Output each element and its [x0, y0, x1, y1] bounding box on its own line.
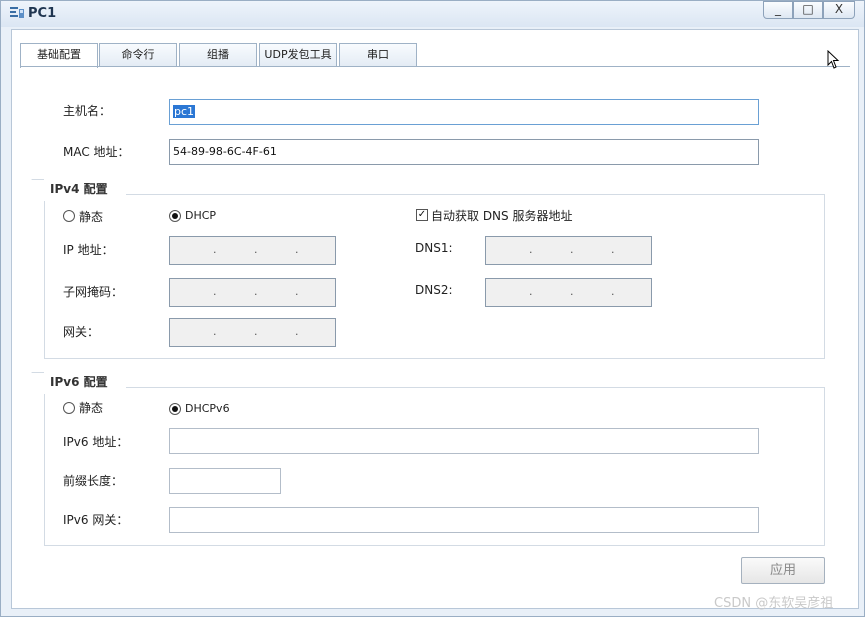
dns2-label: DNS2:	[415, 283, 453, 297]
mac-value: 54-89-98-6C-4F-61	[173, 145, 277, 158]
ip-dot: .	[254, 243, 258, 256]
auto-dns-checkbox[interactable]: ✓	[416, 209, 428, 221]
ipv6-dhcp-radio[interactable]	[169, 403, 181, 415]
tab-command-line[interactable]: 命令行	[99, 43, 177, 67]
maximize-button[interactable]: □	[793, 1, 823, 19]
ipv6-static-label: 静态	[79, 401, 104, 415]
ip-dot: .	[254, 285, 258, 298]
ip-dot: .	[254, 325, 258, 338]
ip-dot: .	[611, 285, 615, 298]
ipv6-legend: IPv6 配置	[44, 372, 126, 394]
ipv6-ip-label: IPv6 地址：	[63, 435, 129, 449]
title-bar[interactable]: PC1 _ □ X	[1, 1, 864, 27]
tab-udp-tool[interactable]: UDP发包工具	[259, 43, 337, 67]
ip-dot: .	[529, 285, 533, 298]
pc1-window: PC1 _ □ X 基础配置 命令行 组播 UDP发包工具 串口 主机名： pc…	[0, 0, 865, 617]
ip-dot: .	[213, 325, 217, 338]
ipv4-ip-input[interactable]: . . .	[169, 236, 336, 265]
ip-dot: .	[570, 243, 574, 256]
ipv6-gateway-label: IPv6 网关：	[63, 513, 129, 527]
tab-multicast[interactable]: 组播	[179, 43, 257, 67]
hostname-value: pc1	[173, 105, 196, 118]
ip-dot: .	[213, 243, 217, 256]
apply-button[interactable]: 应用	[741, 557, 825, 584]
ipv4-mask-label: 子网掩码：	[63, 285, 124, 299]
ipv4-mask-input[interactable]: . . .	[169, 278, 336, 307]
watermark: CSDN @东软吴彦祖	[714, 596, 834, 611]
ipv4-static-radio[interactable]	[63, 210, 75, 222]
ipv4-ip-label: IP 地址：	[63, 243, 114, 257]
tab-serial[interactable]: 串口	[339, 43, 417, 67]
prefix-length-input[interactable]	[169, 468, 281, 494]
ipv4-dhcp-label: DHCP	[185, 209, 217, 222]
ip-dot: .	[295, 285, 299, 298]
ip-dot: .	[529, 243, 533, 256]
mac-input[interactable]: 54-89-98-6C-4F-61	[169, 139, 759, 165]
dns1-label: DNS1:	[415, 241, 453, 255]
ipv4-gateway-label: 网关：	[63, 325, 100, 339]
ip-dot: .	[295, 325, 299, 338]
hostname-label: 主机名：	[63, 104, 112, 118]
ip-dot: .	[213, 285, 217, 298]
ipv6-ip-input[interactable]	[169, 428, 759, 454]
tab-basic-config[interactable]: 基础配置	[20, 43, 98, 68]
ipv6-static-radio[interactable]	[63, 402, 75, 414]
window-title: PC1	[28, 6, 57, 21]
ipv4-static-label: 静态	[79, 210, 104, 224]
pc-app-icon	[10, 7, 24, 18]
dns2-input[interactable]: . . .	[485, 278, 652, 307]
hostname-input[interactable]: pc1	[169, 99, 759, 125]
prefix-length-label: 前缀长度：	[63, 474, 124, 488]
close-button[interactable]: X	[823, 1, 855, 19]
ipv4-dhcp-radio[interactable]	[169, 210, 181, 222]
auto-dns-label: 自动获取 DNS 服务器地址	[431, 209, 573, 223]
minimize-button[interactable]: _	[763, 1, 793, 19]
ip-dot: .	[295, 243, 299, 256]
mac-label: MAC 地址：	[63, 145, 130, 159]
ip-dot: .	[570, 285, 574, 298]
mouse-pointer-icon	[827, 50, 840, 69]
ipv4-legend: IPv4 配置	[44, 179, 126, 201]
tab-divider	[20, 66, 850, 67]
ipv6-dhcp-label: DHCPv6	[185, 402, 230, 415]
ipv6-gateway-input[interactable]	[169, 507, 759, 533]
ip-dot: .	[611, 243, 615, 256]
dns1-input[interactable]: . . .	[485, 236, 652, 265]
ipv4-gateway-input[interactable]: . . .	[169, 318, 336, 347]
